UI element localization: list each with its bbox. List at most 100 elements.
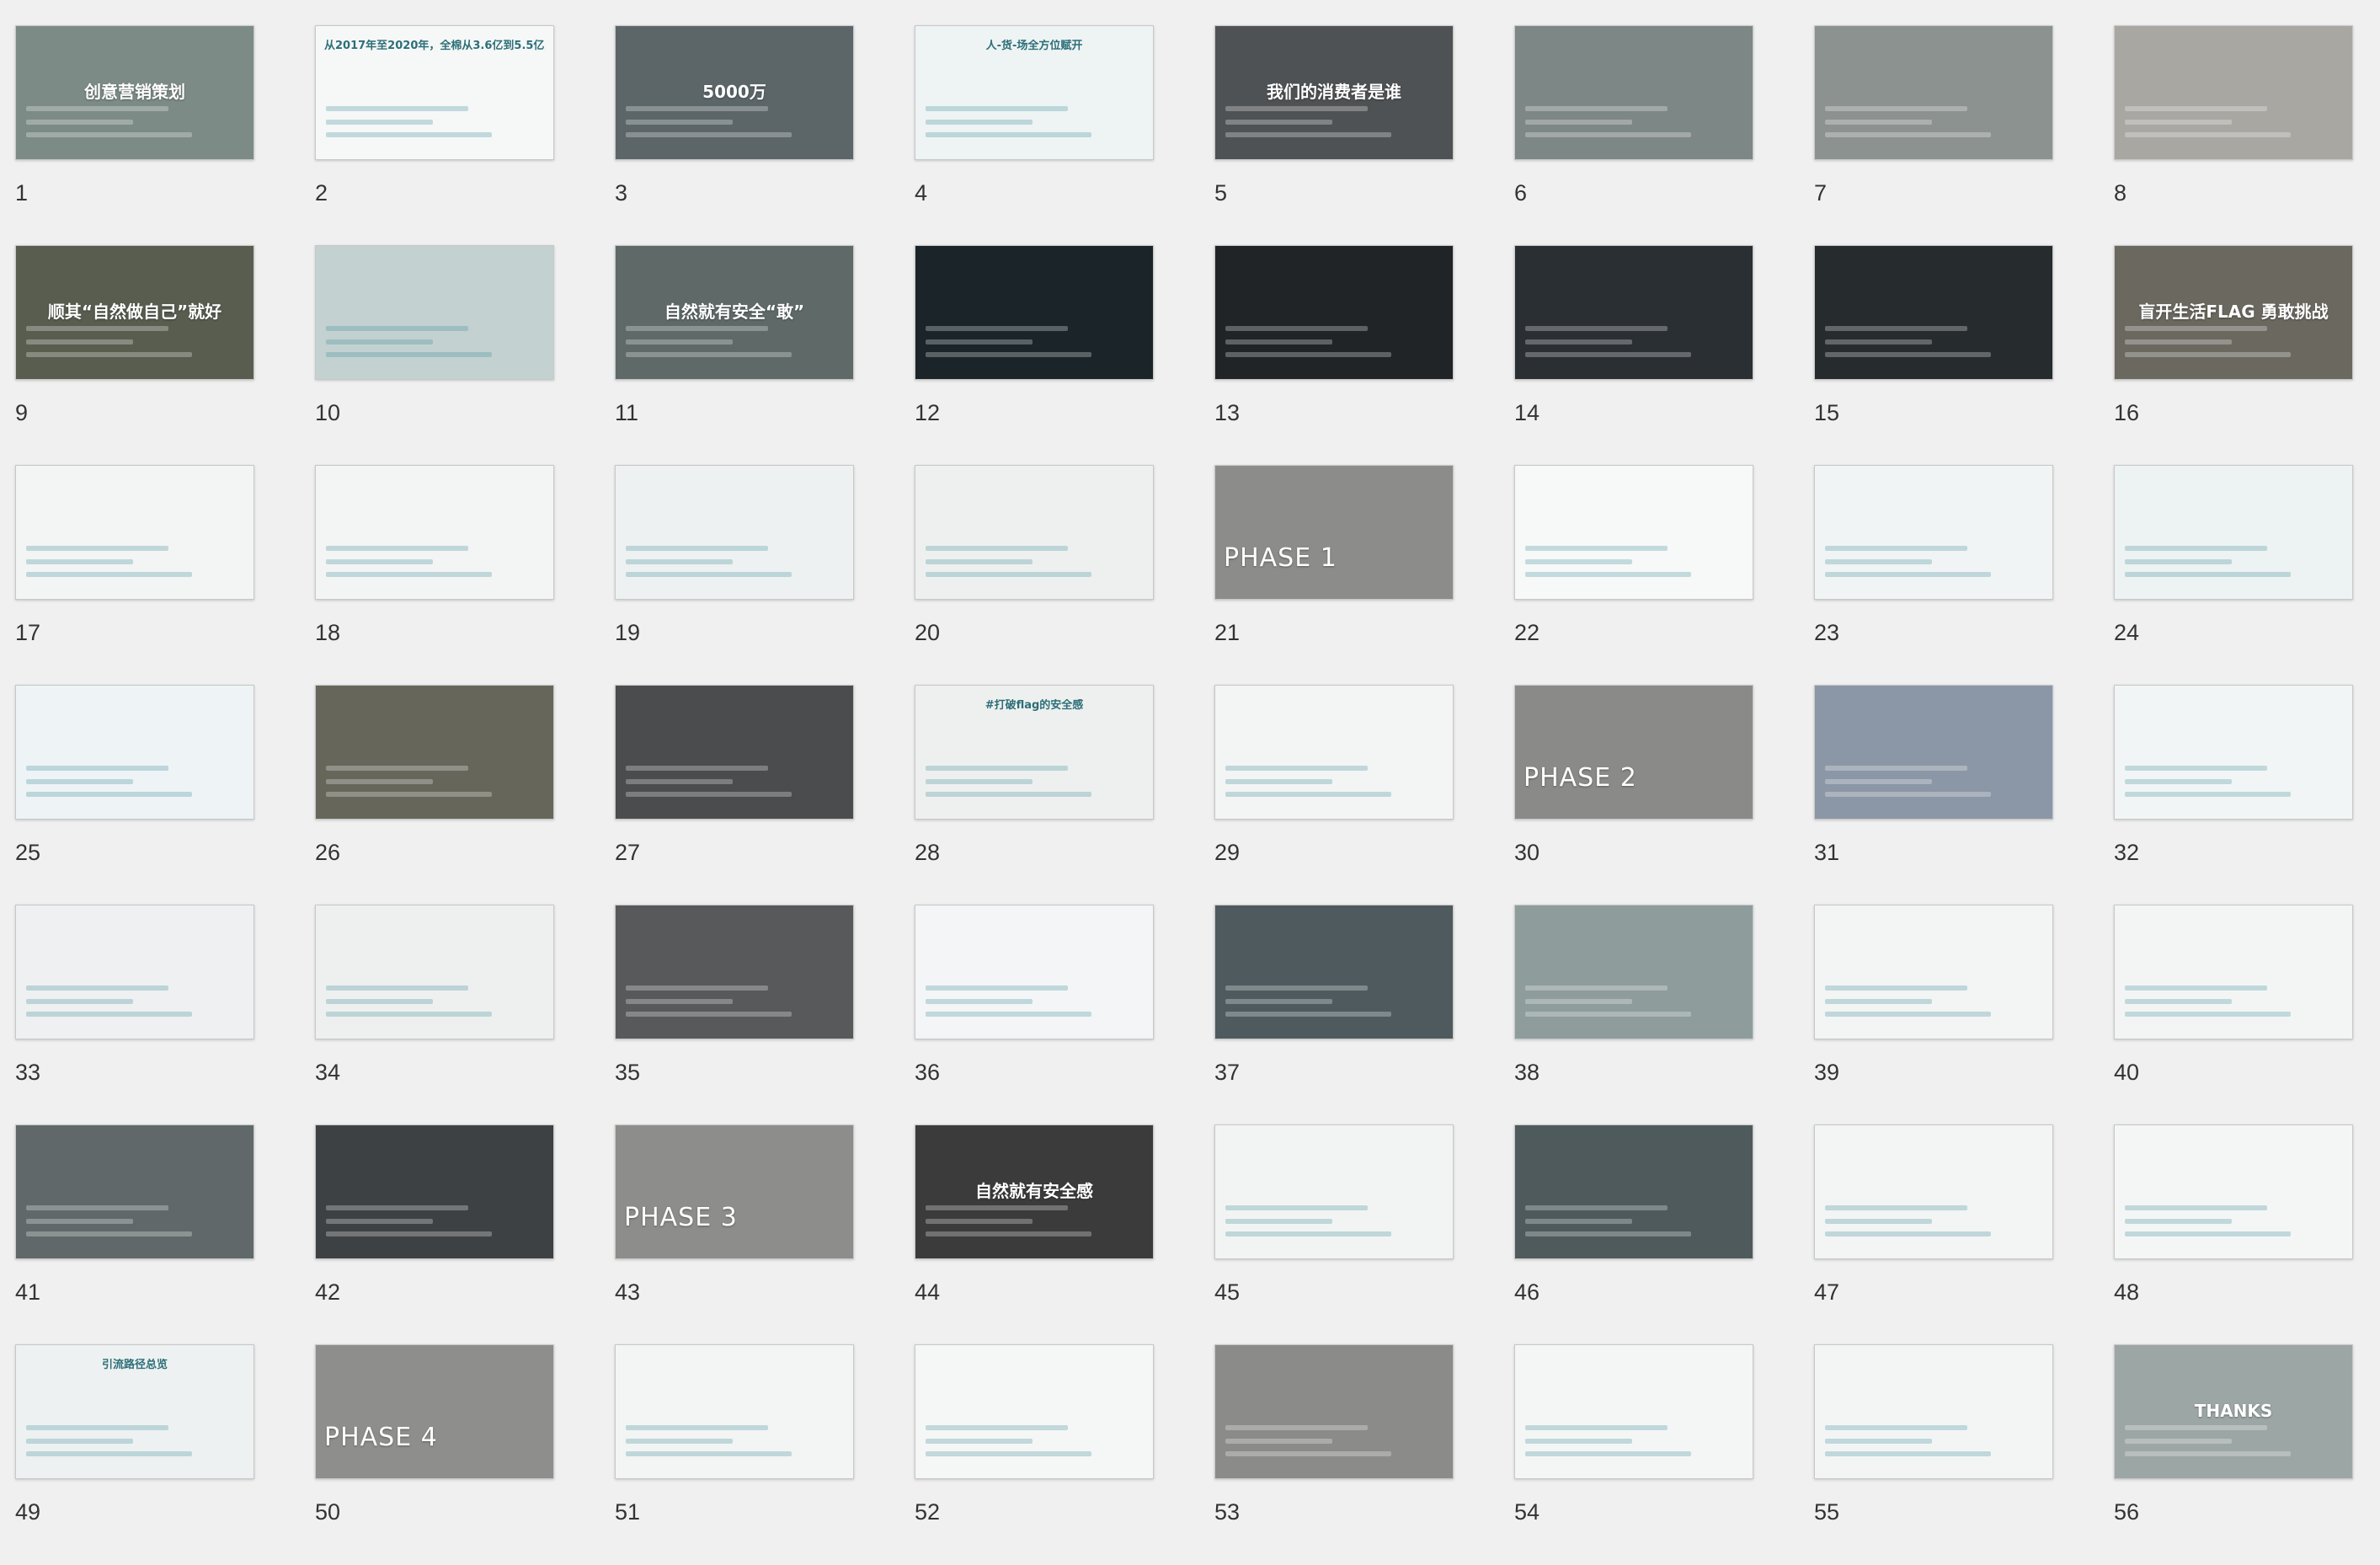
slide-thumbnail-48[interactable]: 48 bbox=[2114, 1124, 2353, 1345]
slide-preview[interactable] bbox=[1814, 685, 2053, 820]
slide-thumbnail-22[interactable]: 22 bbox=[1514, 465, 1753, 686]
slide-preview[interactable] bbox=[2114, 25, 2353, 160]
slide-thumbnail-35[interactable]: 35 bbox=[615, 905, 854, 1125]
slide-thumbnail-33[interactable]: 33 bbox=[15, 905, 254, 1125]
slide-thumbnail-15[interactable]: 15 bbox=[1814, 245, 2053, 466]
slide-preview[interactable] bbox=[615, 685, 854, 820]
slide-thumbnail-23[interactable]: 23 bbox=[1814, 465, 2053, 686]
slide-preview[interactable] bbox=[1814, 905, 2053, 1039]
slide-preview[interactable] bbox=[1814, 245, 2053, 380]
slide-preview[interactable] bbox=[1814, 1124, 2053, 1259]
slide-preview[interactable] bbox=[315, 905, 554, 1039]
slide-preview[interactable] bbox=[915, 1344, 1154, 1479]
slide-thumbnail-1[interactable]: 创意营销策划 1 bbox=[15, 25, 254, 246]
slide-preview[interactable] bbox=[1514, 905, 1753, 1039]
slide-preview[interactable] bbox=[615, 465, 854, 600]
slide-preview[interactable] bbox=[1214, 905, 1454, 1039]
slide-thumbnail-8[interactable]: 8 bbox=[2114, 25, 2353, 246]
slide-preview[interactable]: 盲开生活FLAG 勇敢挑战 bbox=[2114, 245, 2353, 380]
slide-preview[interactable] bbox=[2114, 465, 2353, 600]
slide-preview[interactable]: 我们的消费者是谁 bbox=[1214, 25, 1454, 160]
slide-thumbnail-56[interactable]: THANKS 56 bbox=[2114, 1344, 2353, 1565]
slide-preview[interactable] bbox=[15, 685, 254, 820]
slide-thumbnail-45[interactable]: 45 bbox=[1214, 1124, 1454, 1345]
slide-thumbnail-26[interactable]: 26 bbox=[315, 685, 554, 905]
slide-thumbnail-3[interactable]: 5000万 3 bbox=[615, 25, 854, 246]
slide-preview[interactable] bbox=[1514, 465, 1753, 600]
slide-thumbnail-10[interactable]: 10 bbox=[315, 245, 554, 466]
slide-thumbnail-47[interactable]: 47 bbox=[1814, 1124, 2053, 1345]
slide-preview[interactable]: THANKS bbox=[2114, 1344, 2353, 1479]
slide-preview[interactable]: 人-货-场全方位赋开 bbox=[915, 25, 1154, 160]
slide-preview[interactable]: PHASE 2 bbox=[1514, 685, 1753, 820]
slide-preview[interactable] bbox=[15, 1124, 254, 1259]
slide-thumbnail-52[interactable]: 52 bbox=[915, 1344, 1154, 1565]
slide-preview[interactable] bbox=[1214, 685, 1454, 820]
slide-preview[interactable]: 引流路径总览 bbox=[15, 1344, 254, 1479]
slide-thumbnail-29[interactable]: 29 bbox=[1214, 685, 1454, 905]
slide-thumbnail-12[interactable]: 12 bbox=[915, 245, 1154, 466]
slide-preview[interactable] bbox=[615, 905, 854, 1039]
slide-preview[interactable] bbox=[315, 245, 554, 380]
slide-thumbnail-41[interactable]: 41 bbox=[15, 1124, 254, 1345]
slide-thumbnail-50[interactable]: PHASE 4 50 bbox=[315, 1344, 554, 1565]
slide-thumbnail-28[interactable]: #打破flag的安全感 28 bbox=[915, 685, 1154, 905]
slide-preview[interactable] bbox=[15, 905, 254, 1039]
slide-thumbnail-36[interactable]: 36 bbox=[915, 905, 1154, 1125]
slide-preview[interactable] bbox=[1214, 245, 1454, 380]
slide-preview[interactable] bbox=[315, 465, 554, 600]
slide-preview[interactable]: #打破flag的安全感 bbox=[915, 685, 1154, 820]
slide-preview[interactable] bbox=[1814, 465, 2053, 600]
slide-thumbnail-39[interactable]: 39 bbox=[1814, 905, 2053, 1125]
slide-thumbnail-16[interactable]: 盲开生活FLAG 勇敢挑战 16 bbox=[2114, 245, 2353, 466]
slide-preview[interactable] bbox=[2114, 685, 2353, 820]
slide-thumbnail-21[interactable]: PHASE 1 21 bbox=[1214, 465, 1454, 686]
slide-preview[interactable]: 自然就有安全感 bbox=[915, 1124, 1154, 1259]
slide-thumbnail-43[interactable]: PHASE 3 43 bbox=[615, 1124, 854, 1345]
slide-thumbnail-11[interactable]: 自然就有安全“敢” 11 bbox=[615, 245, 854, 466]
slide-thumbnail-44[interactable]: 自然就有安全感 44 bbox=[915, 1124, 1154, 1345]
slide-preview[interactable] bbox=[915, 465, 1154, 600]
slide-thumbnail-6[interactable]: 6 bbox=[1514, 25, 1753, 246]
slide-thumbnail-37[interactable]: 37 bbox=[1214, 905, 1454, 1125]
slide-thumbnail-32[interactable]: 32 bbox=[2114, 685, 2353, 905]
slide-preview[interactable] bbox=[1214, 1124, 1454, 1259]
slide-preview[interactable] bbox=[2114, 1124, 2353, 1259]
slide-preview[interactable]: PHASE 1 bbox=[1214, 465, 1454, 600]
slide-preview[interactable] bbox=[1514, 1344, 1753, 1479]
slide-thumbnail-54[interactable]: 54 bbox=[1514, 1344, 1753, 1565]
slide-preview[interactable] bbox=[1814, 1344, 2053, 1479]
slide-preview[interactable]: 从2017年至2020年，全棉从3.6亿到5.5亿只用了3年 bbox=[315, 25, 554, 160]
slide-thumbnail-24[interactable]: 24 bbox=[2114, 465, 2353, 686]
slide-preview[interactable]: 5000万 bbox=[615, 25, 854, 160]
slide-thumbnail-38[interactable]: 38 bbox=[1514, 905, 1753, 1125]
slide-thumbnail-40[interactable]: 40 bbox=[2114, 905, 2353, 1125]
slide-thumbnail-31[interactable]: 31 bbox=[1814, 685, 2053, 905]
slide-thumbnail-17[interactable]: 17 bbox=[15, 465, 254, 686]
slide-preview[interactable] bbox=[15, 465, 254, 600]
slide-preview[interactable] bbox=[1814, 25, 2053, 160]
slide-preview[interactable] bbox=[1214, 1344, 1454, 1479]
slide-thumbnail-9[interactable]: 顺其“自然做自己”就好 9 bbox=[15, 245, 254, 466]
slide-thumbnail-13[interactable]: 13 bbox=[1214, 245, 1454, 466]
slide-thumbnail-46[interactable]: 46 bbox=[1514, 1124, 1753, 1345]
slide-thumbnail-55[interactable]: 55 bbox=[1814, 1344, 2053, 1565]
slide-thumbnail-2[interactable]: 从2017年至2020年，全棉从3.6亿到5.5亿只用了3年 2 bbox=[315, 25, 554, 246]
slide-thumbnail-51[interactable]: 51 bbox=[615, 1344, 854, 1565]
slide-preview[interactable] bbox=[315, 1124, 554, 1259]
slide-preview[interactable]: 创意营销策划 bbox=[15, 25, 254, 160]
slide-preview[interactable]: PHASE 4 bbox=[315, 1344, 554, 1479]
slide-thumbnail-42[interactable]: 42 bbox=[315, 1124, 554, 1345]
slide-thumbnail-5[interactable]: 我们的消费者是谁 5 bbox=[1214, 25, 1454, 246]
slide-thumbnail-25[interactable]: 25 bbox=[15, 685, 254, 905]
slide-preview[interactable] bbox=[915, 245, 1154, 380]
slide-preview[interactable]: PHASE 3 bbox=[615, 1124, 854, 1259]
slide-thumbnail-14[interactable]: 14 bbox=[1514, 245, 1753, 466]
slide-thumbnail-30[interactable]: PHASE 2 30 bbox=[1514, 685, 1753, 905]
slide-thumbnail-19[interactable]: 19 bbox=[615, 465, 854, 686]
slide-preview[interactable] bbox=[315, 685, 554, 820]
slide-thumbnail-49[interactable]: 引流路径总览 49 bbox=[15, 1344, 254, 1565]
slide-preview[interactable] bbox=[1514, 1124, 1753, 1259]
slide-thumbnail-27[interactable]: 27 bbox=[615, 685, 854, 905]
slide-preview[interactable] bbox=[2114, 905, 2353, 1039]
